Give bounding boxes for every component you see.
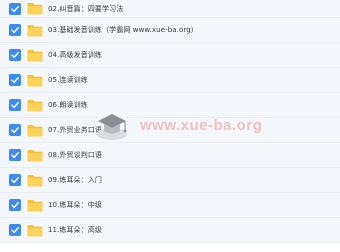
folder-row[interactable]: 06.朗读训练	[0, 93, 340, 118]
folder-row[interactable]: 03.基础发音训练（学霸网 www.xue-ba.org）	[0, 18, 340, 43]
checkbox[interactable]	[9, 124, 21, 136]
folder-icon	[27, 74, 43, 87]
folder-row[interactable]: 04.高级发音训练	[0, 43, 340, 68]
folder-icon	[27, 149, 43, 162]
folder-name: 09.练耳朵：入门	[48, 176, 103, 184]
checkbox[interactable]	[9, 149, 21, 161]
checkbox[interactable]	[9, 2, 21, 15]
folder-list: 02.纠音篇：四要学习法 03.基础发音训练（学霸网 www.xue-ba.org…	[0, 0, 340, 243]
folder-icon	[27, 199, 43, 212]
folder-icon	[27, 24, 43, 37]
folder-icon	[27, 224, 43, 237]
folder-icon	[27, 2, 43, 15]
folder-name: 05.连读训练	[48, 76, 88, 84]
folder-row[interactable]: 09.练耳朵：入门	[0, 168, 340, 193]
folder-name: 10.练耳朵：中级	[48, 201, 103, 209]
folder-row[interactable]: 02.纠音篇：四要学习法	[0, 0, 340, 18]
checkbox[interactable]	[9, 24, 21, 36]
folder-name: 11.练耳朵：高级	[48, 226, 103, 234]
folder-name: 06.朗读训练	[48, 101, 88, 109]
checkbox[interactable]	[9, 199, 21, 211]
checkbox[interactable]	[9, 74, 21, 86]
checkbox[interactable]	[9, 174, 21, 186]
checkbox[interactable]	[9, 99, 21, 111]
folder-icon	[27, 124, 43, 137]
folder-name: 04.高级发音训练	[48, 51, 103, 59]
folder-name: 02.纠音篇：四要学习法	[48, 4, 124, 13]
folder-name: 08.外贸谈判口语	[48, 151, 103, 159]
folder-name: 03.基础发音训练（学霸网 www.xue-ba.org）	[48, 26, 198, 34]
folder-icon	[27, 99, 43, 112]
folder-name: 07.外贸业务口语	[48, 126, 103, 134]
checkbox[interactable]	[9, 49, 21, 61]
folder-icon	[27, 174, 43, 187]
folder-row[interactable]: 11.练耳朵：高级	[0, 218, 340, 243]
folder-row[interactable]: 07.外贸业务口语	[0, 118, 340, 143]
folder-row[interactable]: 05.连读训练	[0, 68, 340, 93]
folder-icon	[27, 49, 43, 62]
folder-row[interactable]: 08.外贸谈判口语	[0, 143, 340, 168]
folder-row[interactable]: 10.练耳朵：中级	[0, 193, 340, 218]
checkbox[interactable]	[9, 224, 21, 236]
